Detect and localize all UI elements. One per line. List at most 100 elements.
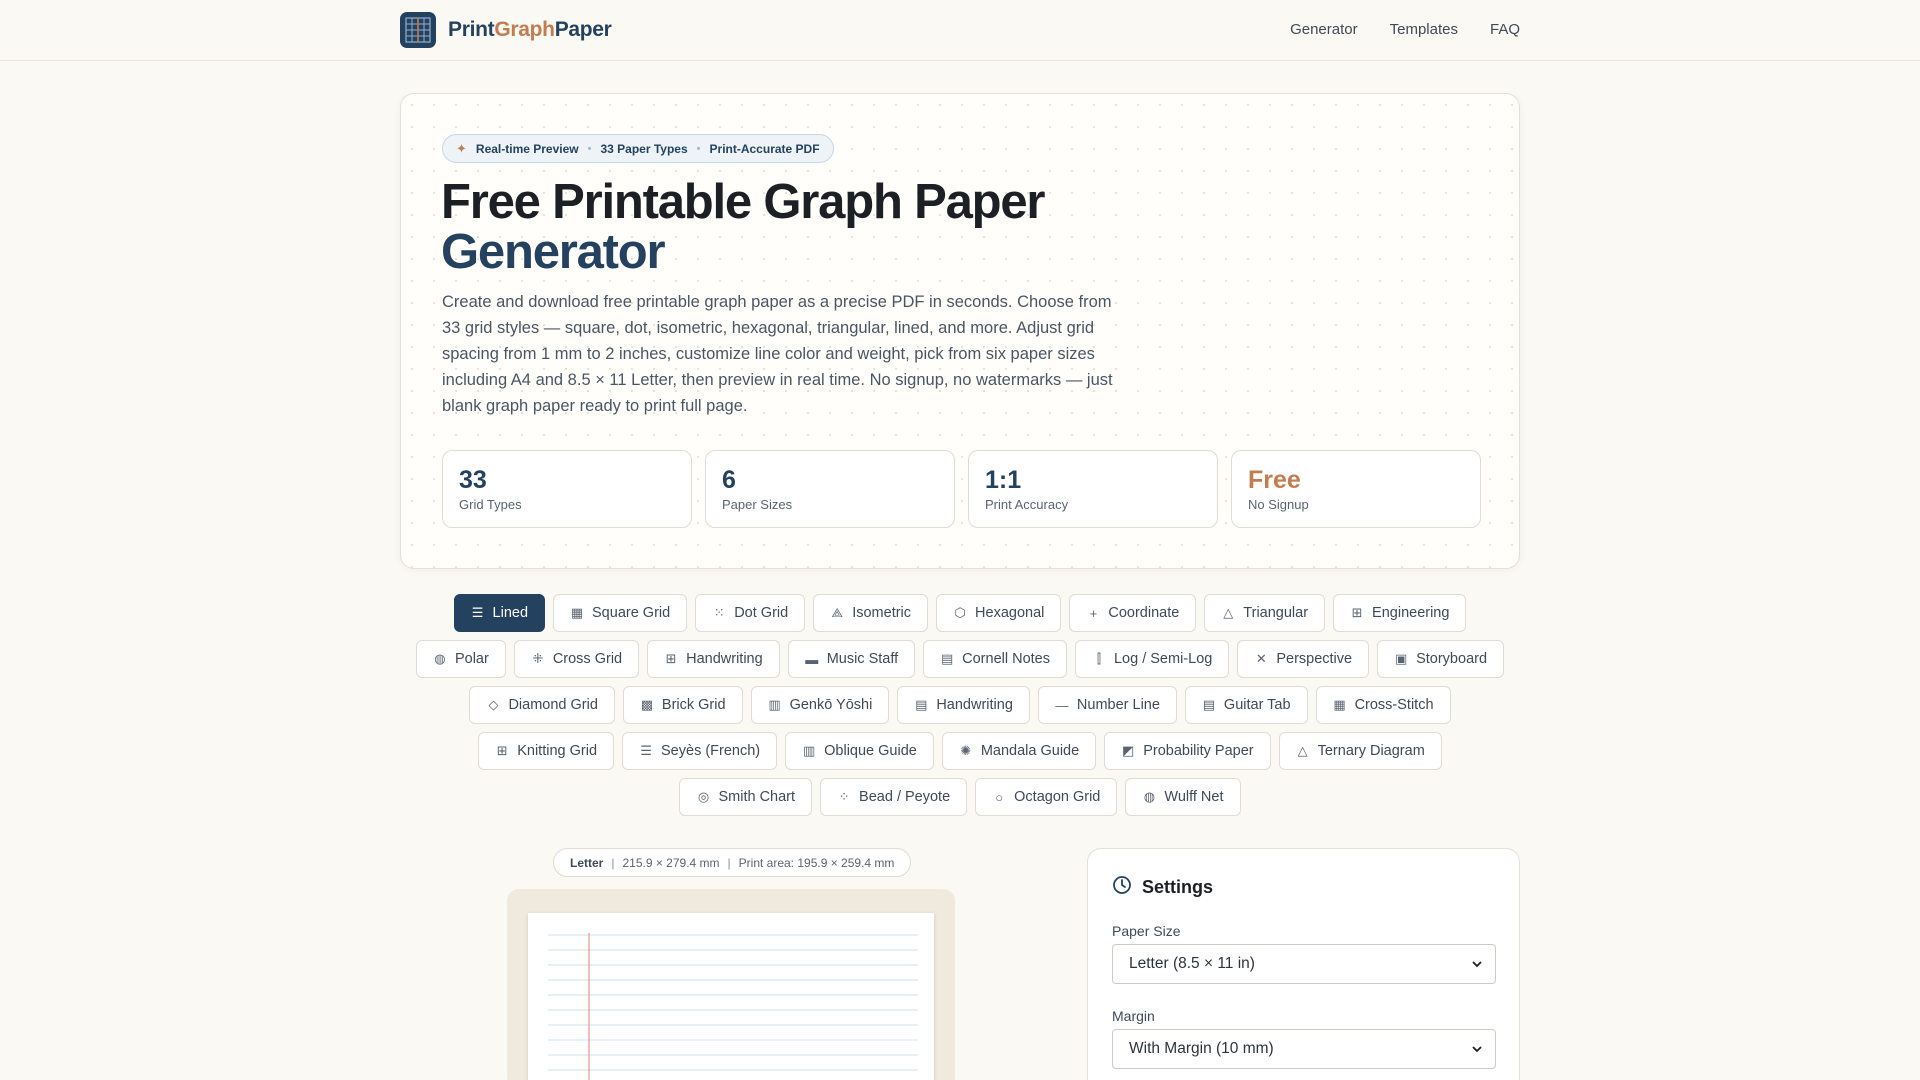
paper-type-square-grid[interactable]: ▦ Square Grid bbox=[553, 594, 688, 632]
paper-type-polar[interactable]: ◍ Polar bbox=[415, 640, 506, 678]
knitting-icon: ⊞ bbox=[496, 743, 508, 758]
paper-type-label: Guitar Tab bbox=[1223, 697, 1291, 713]
paper-type-label: Diamond Grid bbox=[508, 697, 598, 713]
paper-type-label: Cross Grid bbox=[552, 651, 623, 667]
stat-value: Free bbox=[1248, 466, 1301, 494]
paper-type-diamond-grid[interactable]: ◇ Diamond Grid bbox=[469, 686, 615, 724]
paper-type-number-line[interactable]: — Number Line bbox=[1037, 686, 1177, 724]
grid-icon: ⊞ bbox=[1351, 605, 1363, 620]
paper-type-octagon-grid[interactable]: ○ Octagon Grid bbox=[975, 778, 1118, 816]
paper-type-dot-grid[interactable]: ⁙ Dot Grid bbox=[695, 594, 806, 632]
paper-type-label: Polar bbox=[454, 651, 489, 667]
paper-type-label: Knitting Grid bbox=[517, 743, 598, 759]
paper-type-handwriting[interactable]: ⊞ Handwriting bbox=[647, 640, 780, 678]
site-logo[interactable]: PrintGraphPaper bbox=[400, 12, 612, 48]
paper-type-perspective[interactable]: ✕ Perspective bbox=[1237, 640, 1370, 678]
paper-type-label: Triangular bbox=[1243, 605, 1309, 621]
probability-icon: ◩ bbox=[1122, 743, 1135, 758]
octagon-icon: ○ bbox=[995, 789, 1004, 805]
paper-type-sey-s-french[interactable]: ☰ Seyès (French) bbox=[622, 732, 778, 770]
paper-type-label: Isometric bbox=[852, 605, 912, 621]
settings-title-text: Settings bbox=[1142, 877, 1214, 897]
paper-type-coordinate[interactable]: + Coordinate bbox=[1069, 594, 1197, 632]
paper-type-cross-stitch[interactable]: ▦ Cross-Stitch bbox=[1315, 686, 1451, 724]
paper-type-cross-grid[interactable]: ⁜ Cross Grid bbox=[513, 640, 640, 678]
paper-type-cornell-notes[interactable]: ▤ Cornell Notes bbox=[923, 640, 1067, 678]
paper-type-log-semi-log[interactable]: ⫿ Log / Semi-Log bbox=[1074, 640, 1230, 678]
paper-type-genk-y-shi[interactable]: ▥ Genkō Yōshi bbox=[750, 686, 890, 724]
paper-type-knitting-grid[interactable]: ⊞ Knitting Grid bbox=[478, 732, 615, 770]
paper-type-lined[interactable]: ☰ Lined bbox=[453, 594, 546, 632]
log-icon: ⫿ bbox=[1096, 651, 1102, 666]
paper-type-wulff-net[interactable]: ◍ Wulff Net bbox=[1125, 778, 1241, 816]
paper-type-label: Square Grid bbox=[592, 605, 671, 621]
paper-type-engineering[interactable]: ⊞ Engineering bbox=[1333, 594, 1467, 632]
ternary-icon: △ bbox=[1297, 743, 1308, 758]
stat-card-print-accuracy: 1:1 Print Accuracy bbox=[968, 450, 1218, 528]
paper-type-label: Handwriting bbox=[686, 651, 763, 667]
perspective-icon: ✕ bbox=[1255, 651, 1267, 666]
paper-type-brick-grid[interactable]: ▩ Brick Grid bbox=[622, 686, 743, 724]
stat-value: 6 bbox=[722, 466, 736, 494]
paper-type-oblique-guide[interactable]: ▥ Oblique Guide bbox=[785, 732, 934, 770]
paper-type-label: Ternary Diagram bbox=[1317, 743, 1425, 759]
tab-icon: ▤ bbox=[1202, 697, 1216, 712]
paper-type-label: Dot Grid bbox=[734, 605, 789, 621]
paper-type-guitar-tab[interactable]: ▤ Guitar Tab bbox=[1184, 686, 1308, 724]
paper-type-row: ⊞ Knitting Grid ☰ Seyès (French) ▥ Oblique Gu… bbox=[0, 732, 1920, 770]
stat-card-grid-types: 33 Grid Types bbox=[442, 450, 692, 528]
info-divider: | bbox=[727, 855, 731, 870]
settings-panel: Settings Paper Size Letter (8.5 × 11 in)… bbox=[1087, 848, 1520, 1080]
pill-item-types: 33 Paper Types bbox=[600, 141, 688, 156]
main-nav: Generator Templates FAQ bbox=[1290, 21, 1520, 38]
paper-type-storyboard[interactable]: ▣ Storyboard bbox=[1377, 640, 1505, 678]
paper-info-bar: Letter | 215.9 × 279.4 mm | Print area: … bbox=[553, 848, 912, 877]
hero-card: ✦ Real-time Preview • 33 Paper Types • P… bbox=[400, 93, 1520, 569]
paper-type-label: Mandala Guide bbox=[980, 743, 1080, 759]
staff-icon: ▬ bbox=[805, 651, 819, 667]
stat-card-paper-sizes: 6 Paper Sizes bbox=[705, 450, 955, 528]
paper-type-probability-paper[interactable]: ◩ Probability Paper bbox=[1104, 732, 1271, 770]
paper-type-hexagonal[interactable]: ⬡ Hexagonal bbox=[936, 594, 1062, 632]
paper-type-triangular[interactable]: △ Triangular bbox=[1204, 594, 1326, 632]
oblique-icon: ▥ bbox=[802, 743, 816, 758]
logo-grid-icon bbox=[400, 12, 436, 48]
nav-faq[interactable]: FAQ bbox=[1490, 21, 1520, 38]
paper-type-ternary-diagram[interactable]: △ Ternary Diagram bbox=[1278, 732, 1442, 770]
smith-icon: ◎ bbox=[697, 789, 710, 804]
pill-item-preview: Real-time Preview bbox=[475, 141, 579, 156]
paper-type-label: Cornell Notes bbox=[962, 651, 1050, 667]
paper-type-label: Genkō Yōshi bbox=[789, 697, 873, 713]
stats-row: 33 Grid Types 6 Paper Sizes 1:1 Print Ac… bbox=[442, 450, 1481, 528]
handwriting-icon: ▤ bbox=[915, 697, 928, 712]
paper-type-label: Hexagonal bbox=[975, 605, 1045, 621]
page-title: Free Printable Graph Paper Generator bbox=[441, 177, 1241, 277]
nav-generator[interactable]: Generator bbox=[1290, 21, 1358, 38]
page-title-line2: Generator bbox=[441, 225, 666, 279]
paper-size-value: Letter (8.5 × 11 in) bbox=[1129, 955, 1255, 972]
plus-icon: + bbox=[1089, 605, 1098, 621]
stitch-icon: ▦ bbox=[1333, 697, 1346, 712]
paper-type-smith-chart[interactable]: ◎ Smith Chart bbox=[679, 778, 813, 816]
paper-type-label: Coordinate bbox=[1108, 605, 1180, 621]
stat-card-free: Free No Signup bbox=[1231, 450, 1481, 528]
lines-icon: ☰ bbox=[471, 605, 484, 620]
paper-type-bead-peyote[interactable]: ⁘ Bead / Peyote bbox=[820, 778, 968, 816]
paper-type-label: Log / Semi-Log bbox=[1113, 651, 1213, 667]
hero-description: Create and download free printable graph… bbox=[442, 293, 1113, 415]
paper-type-handwriting[interactable]: ▤ Handwriting bbox=[897, 686, 1030, 724]
nav-templates[interactable]: Templates bbox=[1390, 21, 1458, 38]
notes-icon: ▤ bbox=[940, 651, 954, 666]
triangle-icon: △ bbox=[1223, 605, 1234, 620]
grid-icon: ▦ bbox=[570, 605, 584, 620]
paper-type-label: Handwriting bbox=[936, 697, 1013, 713]
settings-title: Settings bbox=[1112, 875, 1213, 900]
paper-size-select[interactable]: Letter (8.5 × 11 in) bbox=[1112, 944, 1496, 984]
stat-value: 33 bbox=[459, 466, 487, 494]
margin-select[interactable]: With Margin (10 mm) bbox=[1112, 1029, 1496, 1069]
paper-type-label: Smith Chart bbox=[718, 789, 796, 805]
paper-type-music-staff[interactable]: ▬ Music Staff bbox=[787, 640, 916, 678]
brick-icon: ▩ bbox=[640, 697, 654, 712]
paper-type-isometric[interactable]: ⟁ Isometric bbox=[813, 594, 929, 632]
paper-type-mandala-guide[interactable]: ✺ Mandala Guide bbox=[941, 732, 1097, 770]
